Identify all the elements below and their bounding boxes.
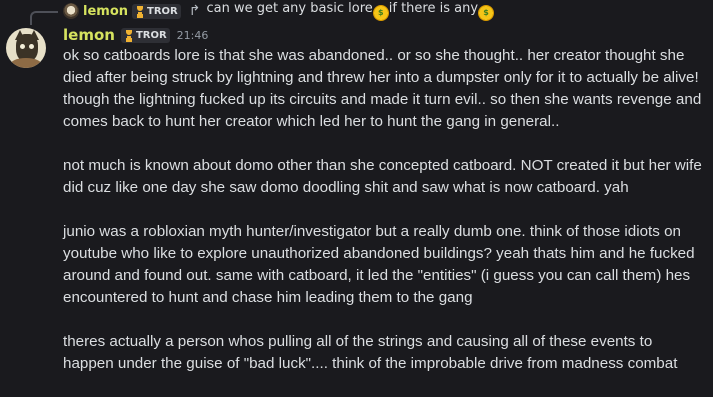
reply-guild-tag[interactable]: TROR: [132, 3, 181, 19]
reply-arrow-icon: ↱: [188, 3, 201, 19]
reply-text-middle: if there is any: [388, 1, 479, 16]
reply-text[interactable]: can we get any basic lore $ if there is an…: [206, 1, 495, 21]
trophy-icon: [124, 30, 134, 40]
reply-username[interactable]: lemon: [83, 4, 128, 19]
timestamp[interactable]: 21:46: [177, 29, 209, 42]
reply-text-start: can we get any basic lore: [206, 1, 373, 16]
chat-message: lemon TROR ↱ can we get any basic lore $ i…: [0, 0, 713, 382]
money-mouth-emoji-icon: $: [478, 5, 495, 21]
reply-spine: [30, 11, 58, 25]
message-paragraph: theres actually a person whos pulling al…: [63, 333, 678, 372]
message-content: ok so catboards lore is that she was aba…: [63, 45, 703, 397]
guild-tag-label: TROR: [135, 29, 167, 41]
money-mouth-emoji-icon: $: [372, 5, 389, 21]
reply-guild-tag-label: TROR: [147, 5, 178, 17]
message-paragraph: junio was a robloxian myth hunter/invest…: [63, 223, 699, 306]
reply-avatar[interactable]: [63, 3, 79, 19]
avatar[interactable]: [6, 28, 46, 68]
message-header: lemon TROR 21:46: [63, 25, 208, 45]
guild-tag[interactable]: TROR: [120, 27, 170, 43]
username[interactable]: lemon: [63, 26, 115, 44]
trophy-icon: [135, 6, 145, 16]
avatar-eye: [20, 44, 25, 49]
reply-preview[interactable]: lemon TROR ↱ can we get any basic lore $ i…: [63, 1, 495, 21]
message-paragraph: not much is known about domo other than …: [63, 157, 707, 196]
avatar-eye: [29, 44, 34, 49]
message-paragraph: ok so catboards lore is that she was aba…: [63, 47, 706, 130]
avatar-body: [10, 58, 42, 68]
